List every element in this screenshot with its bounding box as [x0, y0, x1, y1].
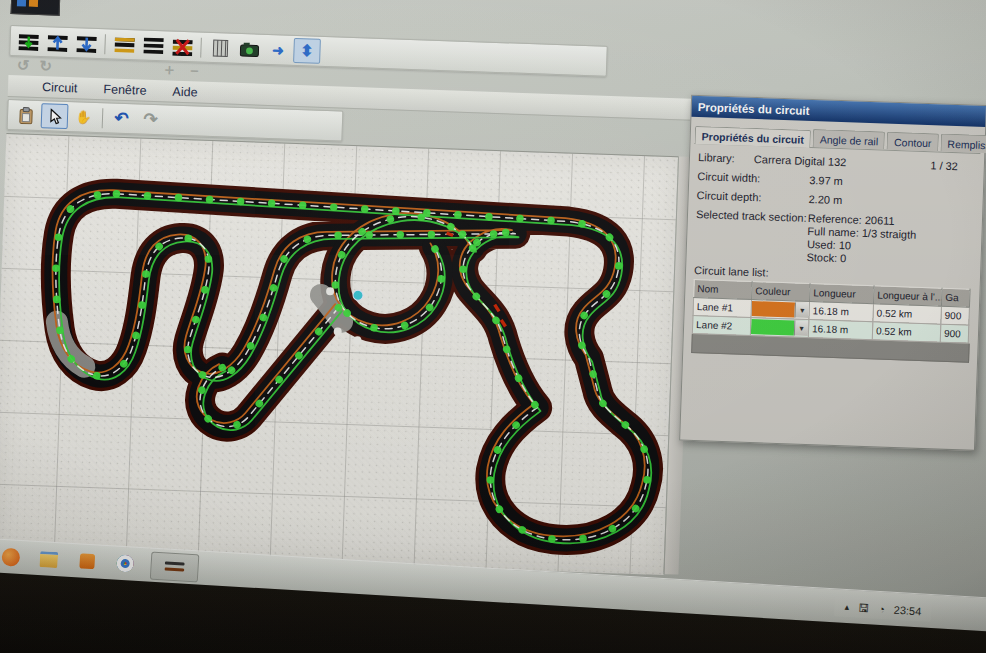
tray-volume-icon[interactable]: 🖫 — [858, 601, 870, 614]
menu-circuit[interactable]: Circuit — [42, 80, 78, 95]
lane-table: Nom Couleur Longueur Longueur à l'... Ga… — [692, 279, 971, 344]
tab-angle-de-rail[interactable]: Angle de rail — [813, 129, 886, 150]
redo-icon[interactable]: ↷ — [137, 106, 165, 132]
undo-icon[interactable]: ↶ — [108, 105, 136, 131]
library-label: Library: — [698, 151, 754, 165]
tab-remplissage[interactable]: Remplissage — [940, 134, 986, 155]
move-track-down-icon[interactable] — [72, 30, 100, 56]
curve-track-icon[interactable] — [110, 31, 138, 57]
col-nom[interactable]: Nom — [694, 279, 753, 299]
camera-icon[interactable] — [235, 36, 263, 62]
zoom-out-icon[interactable]: － — [187, 61, 203, 81]
taskbar-document-icon[interactable] — [74, 549, 99, 574]
circuit-canvas[interactable] — [0, 133, 678, 575]
circuit-width-value: 3.97 m — [809, 174, 975, 192]
library-value: Carrera Digital 132 — [754, 153, 904, 170]
circuit-depth-value: 2.20 m — [808, 193, 974, 211]
toolbar-separator — [104, 34, 106, 54]
menu-fenetre[interactable]: Fenêtre — [103, 82, 147, 97]
taskbar-folder-icon[interactable] — [36, 546, 61, 571]
circuit-track-drawing — [0, 134, 678, 575]
fragment-orange-icon — [29, 0, 38, 6]
monitor-photo: ➜ ⬍ ↺ ↻ ＋ － Circuit Fenêtre Aide ✋ ↶ — [0, 0, 986, 653]
taskbar-track-editor-button[interactable] — [150, 551, 200, 582]
lane1-color-cell: ▼ — [751, 300, 810, 320]
straight-track-icon[interactable] — [139, 33, 167, 59]
screen: ➜ ⬍ ↺ ↻ ＋ － Circuit Fenêtre Aide ✋ ↶ — [0, 0, 986, 653]
rotate-left-icon[interactable]: ↺ — [17, 56, 30, 74]
zoom-in-icon[interactable]: ＋ — [162, 60, 178, 80]
lane1-name: Lane #1 — [693, 297, 752, 317]
circuit-depth-label: Circuit depth: — [696, 189, 808, 205]
tray-clock[interactable]: 23:54 — [893, 603, 921, 617]
selected-section-values: Reference: 20611 Full name: 1/3 straigth… — [806, 212, 974, 270]
lane1-color-dropdown[interactable]: ▼ — [794, 303, 809, 318]
toolbar-separator — [102, 108, 104, 128]
taskbar-app-orange-icon[interactable] — [0, 544, 24, 569]
tab-contour[interactable]: Contour — [887, 132, 939, 152]
rotate-right-icon[interactable]: ↻ — [39, 57, 52, 75]
pan-vertical-icon[interactable]: ⬍ — [293, 38, 321, 64]
pan-right-icon[interactable]: ➜ — [264, 37, 292, 63]
lane2-color-dropdown[interactable]: ▼ — [794, 321, 809, 336]
lane2-color-cell: ▼ — [750, 317, 809, 337]
lane1-longueur: 16.18 m — [809, 302, 874, 322]
col-longueur-a[interactable]: Longueur à l'... — [874, 286, 943, 306]
lane1-longueur-a: 0.52 km — [873, 304, 942, 324]
lane2-ga: 900 — [940, 324, 969, 343]
lane1-ga: 900 — [941, 306, 970, 325]
tray-network-icon[interactable]: ◔ — [878, 602, 885, 614]
window-fragment — [11, 0, 61, 16]
taskbar-browser-icon[interactable] — [112, 551, 137, 576]
fence-icon[interactable] — [206, 35, 234, 61]
properties-window: Propriétés du circuit Propriétés du circ… — [679, 95, 986, 451]
properties-title: Propriétés du circuit — [698, 101, 810, 117]
system-tray: ▴ 🖫 ◔ 23:54 — [834, 596, 932, 622]
lane2-longueur: 16.18 m — [808, 320, 873, 340]
lane1-color-swatch — [752, 301, 795, 317]
insert-track-icon[interactable] — [14, 28, 42, 54]
pan-hand-icon[interactable]: ✋ — [70, 104, 98, 130]
select-cursor-icon[interactable] — [41, 103, 69, 129]
move-track-up-icon[interactable] — [43, 29, 71, 55]
col-couleur[interactable]: Couleur — [752, 282, 811, 302]
tray-notify-icon[interactable]: ▴ — [844, 601, 849, 611]
delete-track-icon[interactable] — [168, 34, 196, 60]
paste-icon[interactable] — [12, 102, 40, 128]
lane2-name: Lane #2 — [692, 315, 751, 335]
toolbar-separator — [200, 37, 202, 57]
selected-section-label: Selected track section: — [694, 208, 808, 264]
fragment-blue-icon — [17, 0, 26, 6]
col-ga[interactable]: Ga — [941, 288, 970, 307]
lane2-color-swatch — [751, 319, 794, 335]
menu-aide[interactable]: Aide — [172, 84, 198, 99]
col-longueur[interactable]: Longueur — [810, 284, 875, 304]
library-count: 1 / 32 — [904, 158, 976, 173]
circuit-width-label: Circuit width: — [697, 170, 809, 186]
lane2-longueur-a: 0.52 km — [872, 322, 941, 342]
